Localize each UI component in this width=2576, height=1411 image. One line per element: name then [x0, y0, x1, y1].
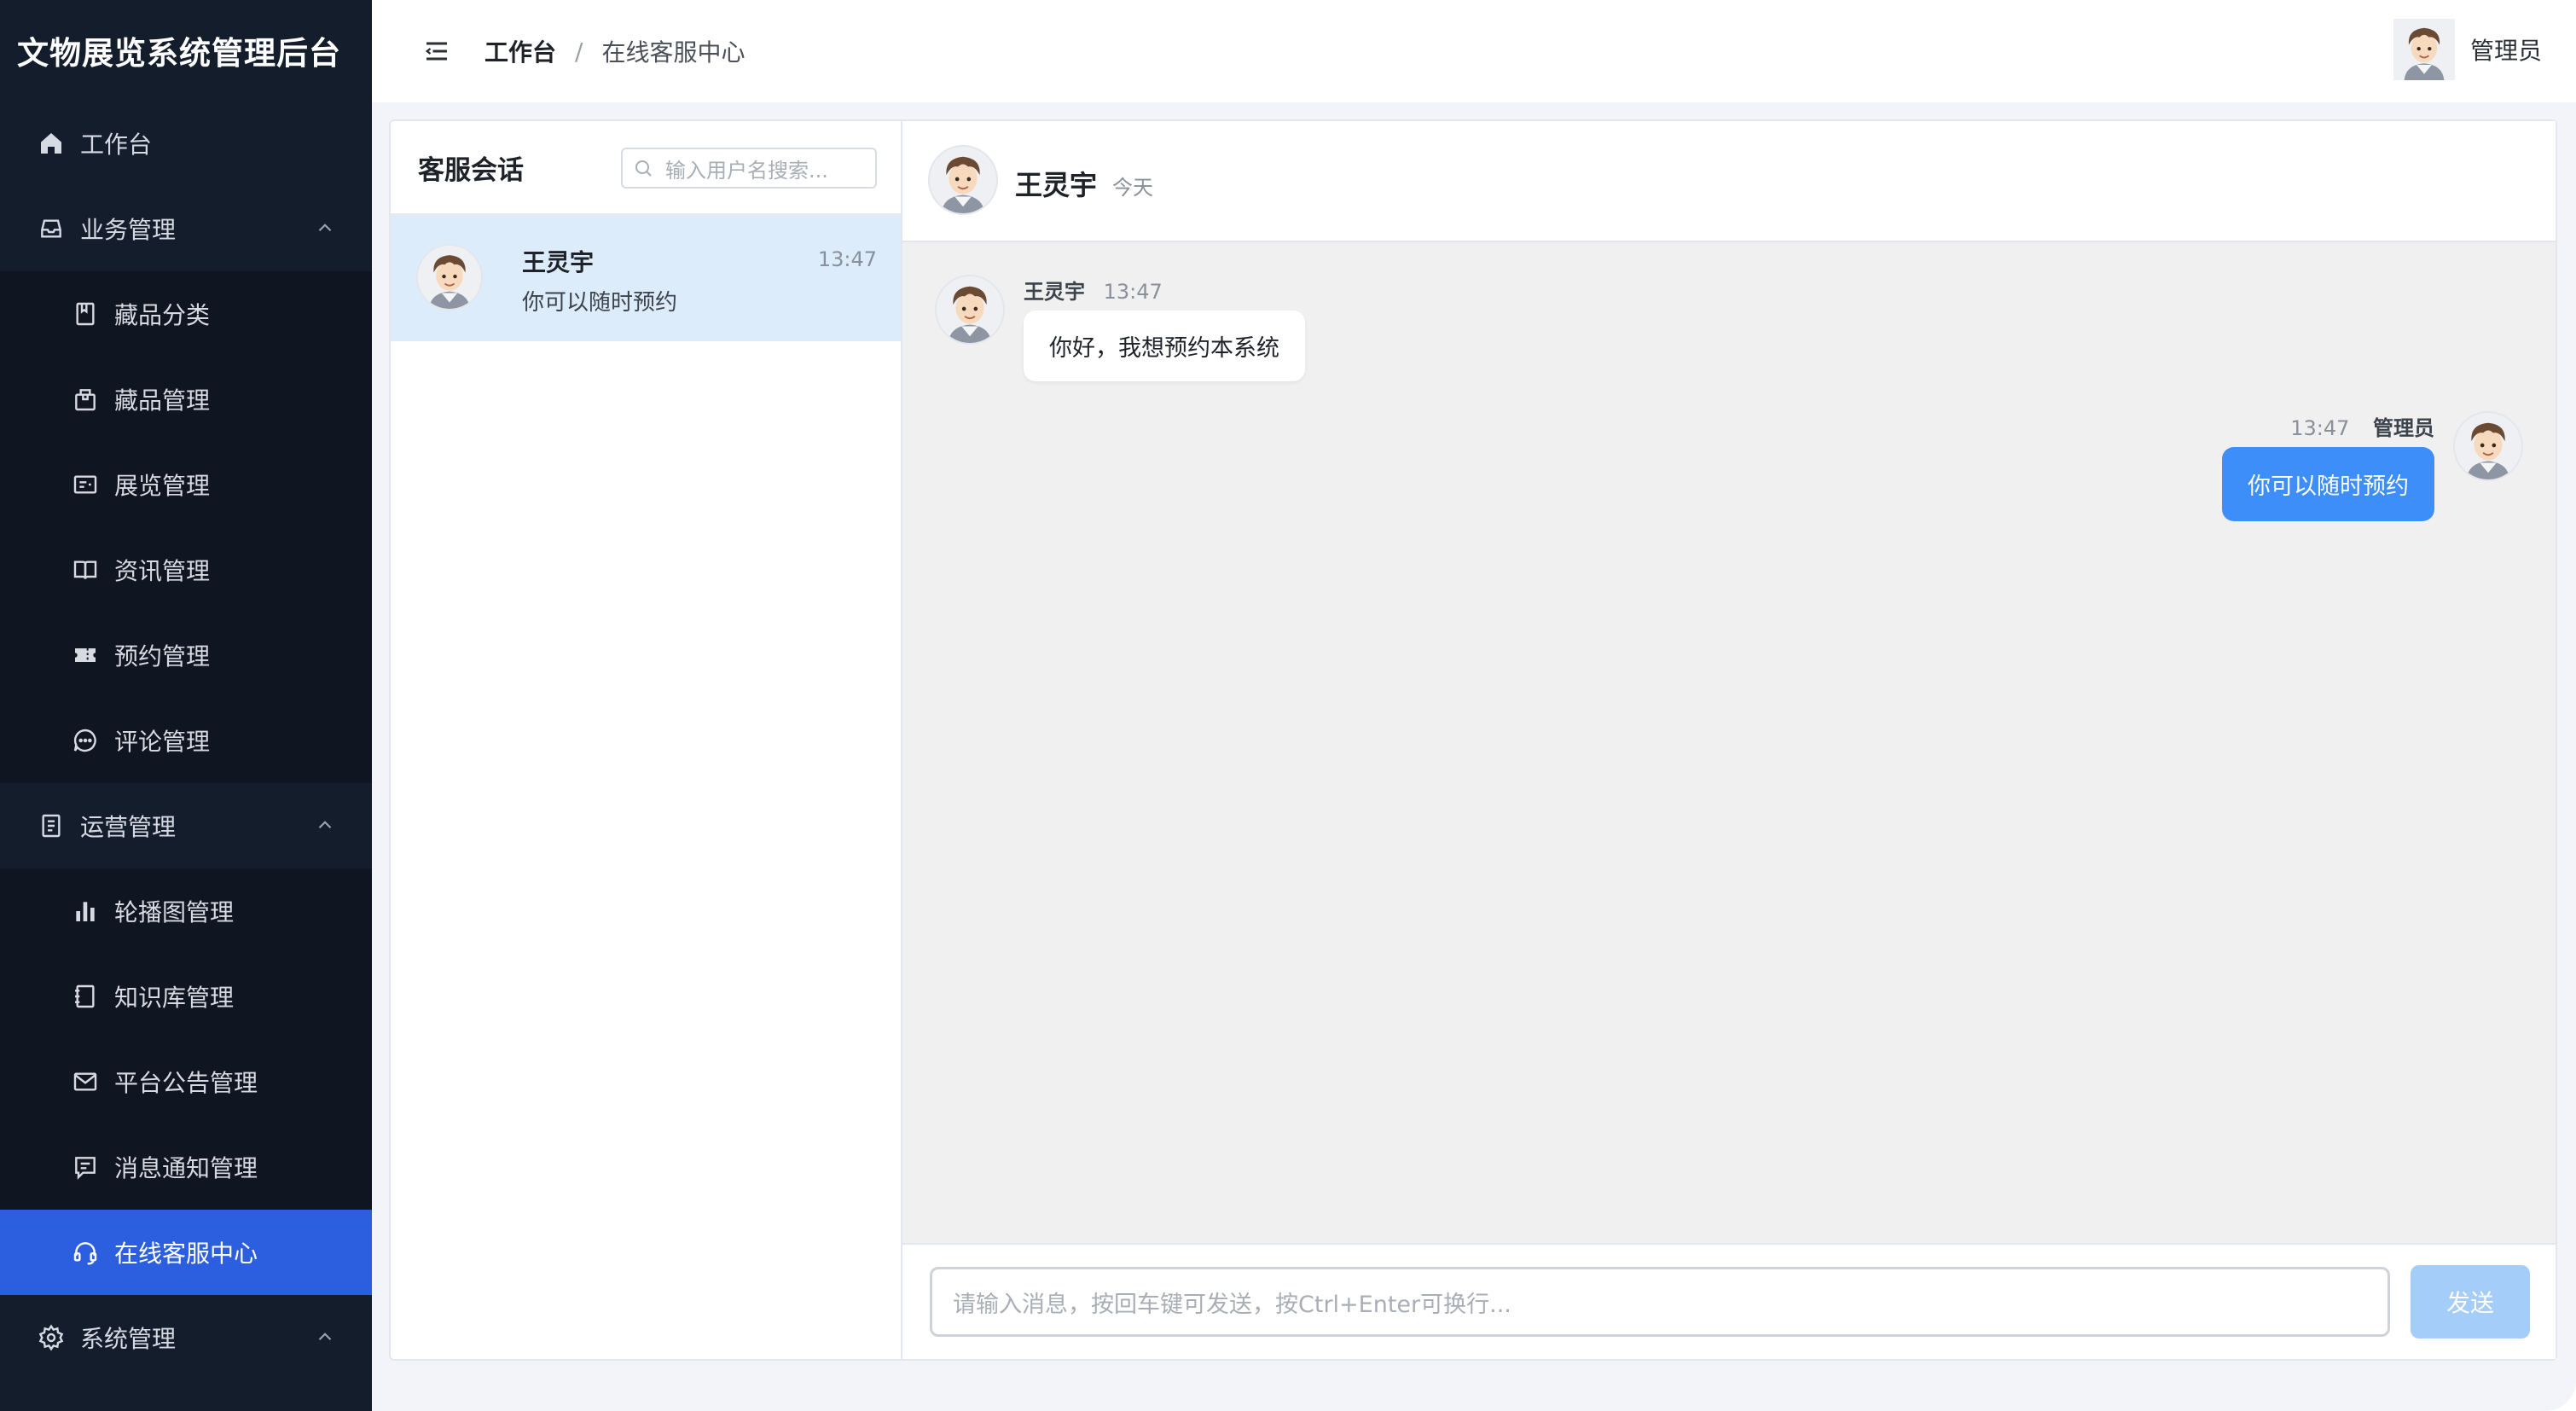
breadcrumb-home[interactable]: 工作台: [484, 34, 556, 68]
sidebar-item-operations[interactable]: 运营管理: [0, 783, 372, 868]
sidebar-item-label: 藏品管理: [114, 386, 211, 415]
mail-icon: [70, 1066, 101, 1097]
chat-contact-name: 王灵宇: [1015, 169, 1098, 201]
user-name: 管理员: [2469, 37, 2542, 65]
bar-chart-icon: [70, 896, 101, 926]
message-input[interactable]: 请输入消息，按回车键可发送，按Ctrl+Enter可换行...: [930, 1267, 2390, 1337]
sidebar-item-label: 预约管理: [114, 642, 211, 671]
chevron-up-icon[interactable]: [314, 1326, 336, 1348]
sidebar-item-booking[interactable]: 预约管理: [0, 613, 372, 698]
avatar: [2393, 15, 2455, 84]
document-icon: [36, 810, 67, 841]
sidebar-item-label: 轮播图管理: [114, 898, 235, 926]
search-icon: [635, 160, 652, 177]
chevron-up-icon[interactable]: [314, 814, 336, 836]
avatar: [935, 275, 1005, 345]
message-outgoing: 13:47 管理员 你可以随时预约: [2011, 411, 2523, 531]
conversation-name: 王灵宇: [522, 248, 595, 276]
breadcrumb-separator: /: [575, 37, 583, 66]
sidebar-item-knowledge[interactable]: 知识库管理: [0, 954, 372, 1039]
sidebar-item-business[interactable]: 业务管理: [0, 186, 372, 271]
chat-date: 今天: [1112, 176, 1153, 200]
sidebar-item-label: 消息通知管理: [114, 1154, 258, 1182]
gear-icon: [36, 1322, 67, 1353]
search-placeholder: 输入用户名搜索...: [665, 158, 828, 183]
top-header: 工作台 / 在线客服中心 管理员: [372, 0, 2576, 102]
sidebar-item-label: 资讯管理: [114, 557, 211, 585]
sidebar-item-support[interactable]: 在线客服中心: [0, 1210, 372, 1295]
sidebar-item-collection[interactable]: 藏品管理: [0, 357, 372, 442]
app-title: 文物展览系统管理后台: [17, 35, 341, 72]
sidebar-item-notification[interactable]: 消息通知管理: [0, 1124, 372, 1210]
chat-panel: 王灵宇 今天 王灵宇 13:47 你好，我想预约本系统 13:47 管理员 你可…: [901, 119, 2557, 1361]
chat-bubble-icon: [70, 725, 101, 756]
sidebar-item-exhibition[interactable]: 展览管理: [0, 442, 372, 527]
chat-header: 王灵宇 今天: [902, 121, 2556, 242]
chevron-up-icon[interactable]: [314, 217, 336, 239]
message-time: 13:47: [1103, 280, 1163, 304]
breadcrumb-current: 在线客服中心: [601, 38, 746, 67]
message-icon: [70, 1152, 101, 1182]
home-icon: [36, 128, 67, 159]
package-icon: [70, 384, 101, 415]
sidebar-item-comments[interactable]: 评论管理: [0, 698, 372, 783]
headset-icon: [70, 1237, 101, 1268]
sidebar-item-label: 平台公告管理: [114, 1069, 258, 1097]
sidebar-item-system[interactable]: 系统管理: [0, 1295, 372, 1380]
app-root: 文物展览系统管理后台 工作台 业务管理 藏品分类 藏品管理 展览管理 资讯管理 …: [0, 0, 2576, 1411]
message-bubble: 你可以随时预约: [2222, 447, 2434, 521]
sidebar-item-label: 系统管理: [80, 1325, 177, 1353]
conversation-time: 13:47: [817, 247, 877, 271]
user-menu[interactable]: 管理员: [2393, 15, 2542, 84]
message-time: 13:47: [2290, 416, 2350, 440]
search-input[interactable]: 输入用户名搜索...: [621, 148, 877, 189]
bookmark-icon: [70, 299, 101, 329]
sidebar-item-label: 藏品分类: [114, 301, 211, 329]
card-icon: [70, 469, 101, 500]
sidebar-item-label: 工作台: [80, 131, 153, 159]
inbox-icon: [36, 213, 67, 244]
avatar: [928, 145, 998, 215]
sidebar-item-carousel[interactable]: 轮播图管理: [0, 868, 372, 954]
message-bubble: 你好，我想预约本系统: [1024, 311, 1305, 381]
ticket-icon: [70, 640, 101, 671]
sidebar-item-label: 展览管理: [114, 472, 211, 500]
chat-input-area: 请输入消息，按回车键可发送，按Ctrl+Enter可换行... 发送: [902, 1243, 2556, 1359]
sidebar-item-news[interactable]: 资讯管理: [0, 527, 372, 613]
sidebar: 文物展览系统管理后台 工作台 业务管理 藏品分类 藏品管理 展览管理 资讯管理 …: [0, 0, 372, 1411]
message-input-placeholder: 请输入消息，按回车键可发送，按Ctrl+Enter可换行...: [953, 1291, 1511, 1318]
message-sender: 王灵宇: [1024, 280, 1085, 304]
sidebar-item-label: 运营管理: [80, 813, 177, 841]
sidebar-item-label: 业务管理: [80, 216, 177, 244]
sidebar-item-label: 在线客服中心: [114, 1240, 258, 1268]
sidebar-item-label: 评论管理: [114, 728, 211, 756]
conversation-header: 客服会话 输入用户名搜索...: [391, 121, 901, 215]
sidebar-item-category[interactable]: 藏品分类: [0, 271, 372, 357]
send-button[interactable]: 发送: [2411, 1265, 2530, 1338]
open-book-icon: [70, 555, 101, 585]
sidebar-item-label: 知识库管理: [114, 984, 235, 1012]
conversation-last-message: 你可以随时预约: [522, 290, 678, 316]
notebook-icon: [70, 981, 101, 1012]
sidebar-item-dashboard[interactable]: 工作台: [0, 101, 372, 186]
avatar: [2453, 411, 2523, 481]
sidebar-item-announcement[interactable]: 平台公告管理: [0, 1039, 372, 1124]
message-sender: 管理员: [2373, 416, 2434, 440]
conversation-item[interactable]: 王灵宇 13:47 你可以随时预约: [391, 215, 901, 341]
avatar: [416, 244, 483, 311]
breadcrumb: 工作台 / 在线客服中心: [484, 34, 745, 68]
conversation-panel: 客服会话 输入用户名搜索... 王灵宇 13:47 你可以随时预约: [389, 119, 901, 1361]
collapse-menu-icon[interactable]: [421, 36, 452, 67]
conversation-title: 客服会话: [418, 154, 524, 186]
